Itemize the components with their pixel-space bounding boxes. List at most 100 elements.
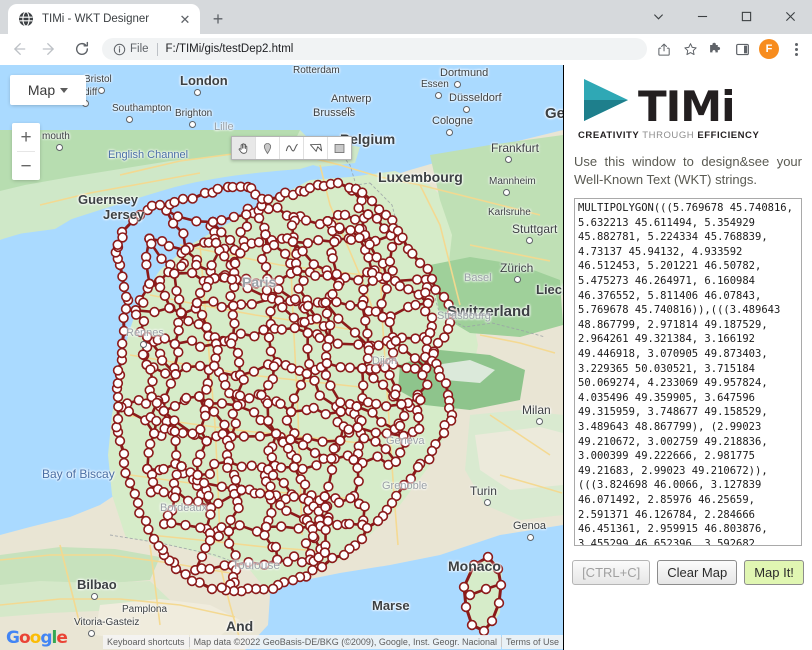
polygon-vertex-handle[interactable]	[367, 407, 378, 418]
polygon-vertex-handle[interactable]	[414, 257, 426, 269]
polygon-vertex-handle[interactable]	[287, 236, 299, 247]
bookmark-star-icon[interactable]	[677, 36, 703, 62]
polygon-vertex-handle[interactable]	[288, 551, 300, 562]
polygon-vertex-handle[interactable]	[224, 234, 236, 246]
extensions-puzzle-icon[interactable]	[703, 36, 729, 62]
polygon-vertex-handle[interactable]	[118, 448, 130, 459]
polygon-vertex-handle[interactable]	[351, 401, 362, 412]
polygon-vertex-handle[interactable]	[140, 515, 152, 527]
polygon-vertex-handle[interactable]	[372, 515, 384, 527]
polygon-vertex-handle[interactable]	[362, 397, 374, 408]
polygon-vertex-handle[interactable]	[297, 463, 308, 475]
polygon-vertex-handle[interactable]	[177, 193, 189, 205]
polygon-vertex-handle[interactable]	[398, 479, 410, 491]
polygon-vertex-handle[interactable]	[370, 436, 381, 447]
polygon-vertex-handle[interactable]	[333, 313, 344, 324]
polygon-vertex-handle[interactable]	[170, 435, 181, 447]
polygon-vertex-handle[interactable]	[201, 322, 212, 333]
polygon-vertex-handle[interactable]	[216, 398, 228, 409]
polygon-vertex-handle[interactable]	[380, 443, 391, 455]
polygon-vertex-handle[interactable]	[230, 474, 242, 486]
close-icon[interactable]: ✕	[176, 10, 194, 28]
polygon-vertex-handle[interactable]	[129, 488, 141, 499]
polygon-vertex-handle[interactable]	[297, 246, 308, 257]
polygon-vertex-handle[interactable]	[426, 445, 438, 457]
polygon-vertex-handle[interactable]	[352, 422, 363, 433]
polygon-vertex-handle[interactable]	[297, 439, 309, 451]
polygon-vertex-handle[interactable]	[225, 291, 236, 302]
polygon-vertex-handle[interactable]	[160, 368, 171, 379]
polygon-vertex-handle[interactable]	[236, 484, 247, 496]
polygon-vertex-handle[interactable]	[112, 413, 124, 425]
polygon-vertex-handle[interactable]	[446, 307, 458, 319]
polygon-vertex-handle[interactable]	[401, 362, 412, 374]
polygon-vertex-handle[interactable]	[194, 360, 206, 372]
polygon-vertex-handle[interactable]	[320, 297, 331, 308]
polygon-vertex-handle[interactable]	[159, 333, 171, 344]
polygon-vertex-handle[interactable]	[195, 341, 206, 352]
polygon-vertex-handle[interactable]	[331, 296, 342, 308]
polygon-vertex-handle[interactable]	[314, 332, 325, 343]
polygon-vertex-handle[interactable]	[253, 213, 265, 224]
polygon-vertex-handle[interactable]	[285, 406, 297, 417]
polygon-vertex-handle[interactable]	[381, 272, 392, 283]
polyline-tool[interactable]	[280, 137, 304, 159]
polygon-vertex-handle[interactable]	[323, 481, 334, 492]
polygon-vertex-handle[interactable]	[278, 477, 289, 489]
polygon-vertex-handle[interactable]	[349, 327, 361, 338]
polygon-vertex-handle[interactable]	[319, 491, 330, 502]
polygon-vertex-handle[interactable]	[371, 213, 383, 224]
polygon-vertex-handle[interactable]	[495, 579, 507, 591]
polygon-vertex-handle[interactable]	[248, 407, 260, 418]
polygon-vertex-handle[interactable]	[322, 270, 333, 281]
polygon-vertex-handle[interactable]	[325, 380, 336, 391]
polygon-vertex-handle[interactable]	[187, 428, 198, 439]
polygon-vertex-handle[interactable]	[407, 248, 418, 259]
polygon-vertex-handle[interactable]	[308, 402, 319, 414]
polygon-vertex-handle[interactable]	[171, 450, 182, 461]
polygon-vertex-handle[interactable]	[362, 353, 374, 364]
polygon-vertex-handle[interactable]	[169, 268, 180, 279]
polygon-vertex-handle[interactable]	[232, 347, 244, 359]
polygon-vertex-handle[interactable]	[230, 418, 242, 429]
polygon-vertex-handle[interactable]	[154, 282, 166, 293]
polygon-vertex-handle[interactable]	[249, 331, 260, 342]
polygon-vertex-handle[interactable]	[117, 271, 128, 282]
polygon-vertex-handle[interactable]	[132, 497, 144, 509]
polygon-vertex-handle[interactable]	[209, 360, 220, 372]
wkt-textarea[interactable]	[574, 198, 802, 547]
polygon-vertex-handle[interactable]	[216, 227, 227, 238]
polygon-vertex-handle[interactable]	[254, 431, 266, 442]
polygon-vertex-handle[interactable]	[366, 195, 378, 207]
polygon-vertex-handle[interactable]	[317, 436, 328, 447]
polygon-vertex-handle[interactable]	[458, 581, 470, 593]
polygon-vertex-handle[interactable]	[200, 542, 211, 554]
polygon-vertex-handle[interactable]	[321, 358, 333, 369]
polygon-vertex-handle[interactable]	[270, 428, 282, 439]
polygon-vertex-handle[interactable]	[357, 300, 368, 311]
polygon-vertex-handle[interactable]	[316, 561, 328, 573]
polygon-tool[interactable]	[304, 137, 328, 159]
polygon-vertex-handle[interactable]	[227, 408, 239, 419]
polygon-vertex-handle[interactable]	[353, 275, 364, 286]
polygon-vertex-handle[interactable]	[359, 501, 370, 512]
drawing-toolbar[interactable]	[231, 136, 352, 160]
polygon-vertex-handle[interactable]	[118, 281, 130, 293]
avatar[interactable]: F	[759, 39, 779, 59]
polygon-vertex-handle[interactable]	[146, 238, 157, 250]
polygon-vertex-handle[interactable]	[201, 384, 212, 395]
polygon-vertex-handle[interactable]	[275, 398, 286, 409]
polygon-vertex-handle[interactable]	[225, 338, 237, 349]
polygon-vertex-handle[interactable]	[286, 220, 298, 231]
polygon-vertex-handle[interactable]	[373, 340, 384, 351]
polygon-vertex-handle[interactable]	[156, 253, 167, 265]
polygon-vertex-handle[interactable]	[268, 361, 280, 372]
polygon-vertex-handle[interactable]	[362, 209, 374, 220]
polygon-vertex-handle[interactable]	[235, 248, 246, 259]
polygon-vertex-handle[interactable]	[169, 196, 180, 208]
polygon-vertex-handle[interactable]	[203, 490, 214, 502]
polygon-vertex-handle[interactable]	[327, 253, 338, 264]
polygon-vertex-handle[interactable]	[262, 398, 273, 409]
polygon-vertex-handle[interactable]	[201, 435, 212, 447]
polygon-vertex-handle[interactable]	[326, 453, 337, 464]
